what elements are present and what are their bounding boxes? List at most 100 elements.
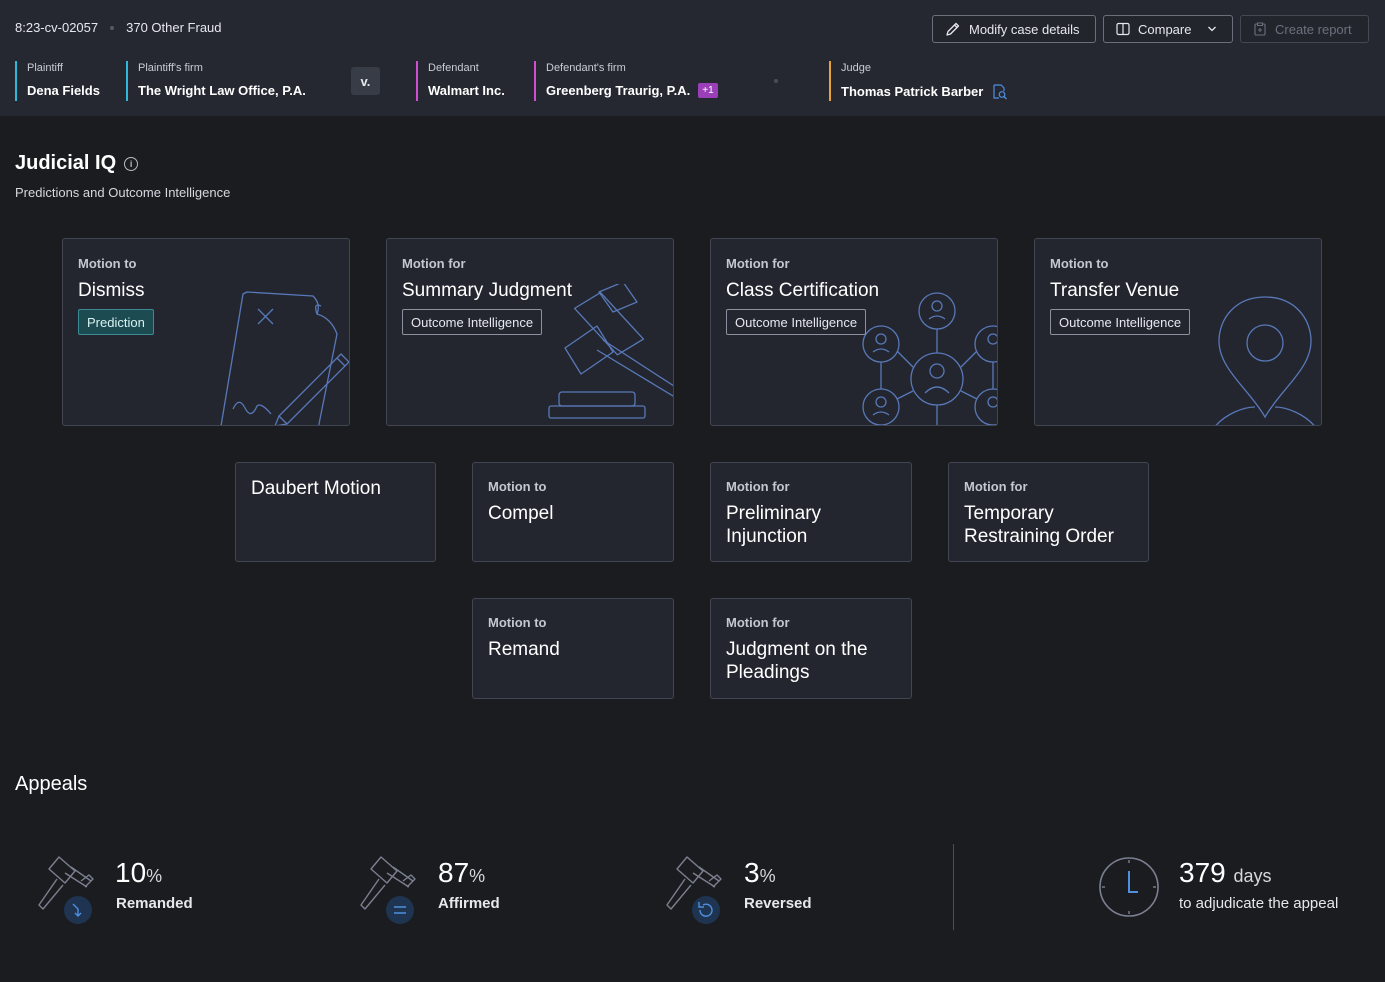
judicial-iq-title: Judicial IQ i (15, 152, 139, 175)
card-prefix: Motion to (1050, 256, 1109, 271)
remanded-number: 10 (115, 857, 147, 888)
plaintiff-firm-label: Plaintiff's firm (138, 62, 203, 74)
judge-label: Judge (841, 62, 871, 74)
compare-button[interactable]: Compare (1103, 15, 1233, 43)
reversed-unit: % (759, 866, 776, 886)
card-motion-for-preliminary-injunction[interactable]: Motion for Preliminary Injunction (710, 462, 912, 562)
card-prefix: Motion to (488, 615, 547, 630)
plaintiff-firm-field: Plaintiff's firm The Wright Law Office, … (126, 61, 306, 101)
duration-value: 379 days (1179, 857, 1272, 889)
reversed-label: Reversed (744, 895, 812, 912)
defendant-field: Defendant Walmart Inc. (416, 61, 505, 101)
appeals-divider (953, 844, 954, 930)
plaintiff-firm-bar (126, 61, 128, 101)
affirmed-value: 87% (438, 857, 485, 889)
defendant-firm-bar (534, 61, 536, 101)
card-title: Transfer Venue (1050, 280, 1180, 301)
network-people-icon (862, 292, 997, 425)
affirmed-label: Affirmed (438, 895, 500, 912)
judge-name[interactable]: Thomas Patrick Barber (841, 84, 983, 99)
clock-icon (1099, 857, 1159, 917)
card-prefix: Motion for (964, 479, 1028, 494)
compare-label: Compare (1138, 21, 1192, 37)
prediction-tag: Prediction (78, 309, 154, 335)
card-prefix: Motion for (726, 256, 790, 271)
card-motion-for-temporary-restraining-order[interactable]: Motion for Temporary Restraining Order (948, 462, 1149, 562)
duration-number: 379 (1179, 857, 1226, 888)
card-title: Compel (488, 503, 554, 524)
judicial-iq-title-text: Judicial IQ (15, 152, 117, 174)
card-title: Temporary Restraining Order (964, 503, 1114, 547)
plaintiff-firm-name[interactable]: The Wright Law Office, P.A. (138, 83, 306, 98)
plaintiff-bar (15, 61, 17, 101)
card-prefix: Motion for (726, 479, 790, 494)
gavel-remanded-icon (38, 856, 94, 924)
card-motion-to-compel[interactable]: Motion to Compel (472, 462, 674, 562)
card-title: Judgment on the Pleadings (726, 639, 868, 683)
case-type: 370 Other Fraud (126, 20, 222, 35)
card-prefix: Motion for (402, 256, 466, 271)
remanded-unit: % (146, 866, 163, 886)
pencil-icon (946, 22, 960, 36)
reversed-value: 3% (744, 857, 776, 889)
gavel-reversed-icon (666, 856, 722, 924)
remanded-value: 10% (115, 857, 162, 889)
separator-dot (110, 25, 115, 30)
judicial-iq-subtitle: Predictions and Outcome Intelligence (15, 185, 231, 200)
affirmed-unit: % (469, 866, 486, 886)
duration-unit: days (1233, 866, 1272, 886)
document-sign-icon (220, 291, 349, 425)
reversed-number: 3 (744, 857, 760, 888)
appeals-title: Appeals (15, 773, 88, 795)
card-prefix: Motion to (78, 256, 137, 271)
separator-dot (774, 79, 778, 83)
create-report-button[interactable]: Create report (1240, 15, 1369, 43)
versus-badge: v. (351, 67, 380, 95)
case-line: 8:23-cv-02057 370 Other Fraud (15, 20, 222, 35)
outcome-intelligence-tag: Outcome Intelligence (726, 309, 867, 335)
outcome-intelligence-tag: Outcome Intelligence (402, 309, 543, 335)
gavel-affirmed-icon (360, 856, 416, 924)
plaintiff-field: Plaintiff Dena Fields (15, 61, 100, 101)
card-title: Preliminary Injunction (726, 503, 822, 547)
card-motion-to-remand[interactable]: Motion to Remand (472, 598, 674, 699)
card-prefix: Motion to (488, 479, 547, 494)
plaintiff-label: Plaintiff (27, 62, 63, 74)
defendant-firm-field: Defendant's firm Greenberg Traurig, P.A.… (534, 61, 718, 101)
outcome-intelligence-tag: Outcome Intelligence (1050, 309, 1191, 335)
defendant-name[interactable]: Walmart Inc. (428, 83, 505, 98)
defendant-label: Defendant (428, 62, 479, 74)
defendant-bar (416, 61, 418, 101)
card-daubert-motion[interactable]: Daubert Motion (235, 462, 436, 562)
modify-case-details-label: Modify case details (969, 21, 1080, 37)
case-number: 8:23-cv-02057 (15, 20, 99, 35)
duration-label: to adjudicate the appeal (1179, 895, 1339, 912)
card-prefix: Motion for (726, 615, 790, 630)
case-header: 8:23-cv-02057 370 Other Fraud Modify cas… (0, 0, 1385, 116)
card-title: Remand (488, 639, 560, 660)
judge-bar (829, 61, 831, 101)
card-title: Daubert Motion (251, 478, 381, 499)
plaintiff-name[interactable]: Dena Fields (27, 83, 100, 98)
card-motion-for-class-certification[interactable]: Motion for Class Certification Outcome I… (710, 238, 998, 426)
defendant-firm-label: Defendant's firm (546, 62, 626, 74)
compare-icon (1116, 22, 1130, 36)
create-report-label: Create report (1275, 21, 1352, 37)
clipboard-icon (1254, 22, 1266, 36)
map-pin-icon (1215, 296, 1315, 425)
judge-profile-search-icon[interactable] (991, 83, 1008, 100)
additional-firms-badge[interactable]: +1 (698, 83, 718, 98)
judge-field: Judge Thomas Patrick Barber (829, 61, 1008, 101)
info-icon[interactable]: i (124, 156, 139, 171)
affirmed-number: 87 (438, 857, 470, 888)
remanded-label: Remanded (116, 895, 193, 912)
card-motion-for-summary-judgment[interactable]: Motion for Summary Judgment Outcome Inte… (386, 238, 674, 426)
defendant-firm-name[interactable]: Greenberg Traurig, P.A. (546, 83, 690, 98)
card-motion-to-dismiss[interactable]: Motion to Dismiss Prediction (62, 238, 350, 426)
card-title: Dismiss (78, 280, 145, 301)
card-motion-to-transfer-venue[interactable]: Motion to Transfer Venue Outcome Intelli… (1034, 238, 1322, 426)
gavel-icon (548, 284, 673, 419)
modify-case-details-button[interactable]: Modify case details (932, 15, 1096, 43)
chevron-down-icon (1208, 26, 1217, 32)
card-motion-for-judgment-on-the-pleadings[interactable]: Motion for Judgment on the Pleadings (710, 598, 912, 699)
